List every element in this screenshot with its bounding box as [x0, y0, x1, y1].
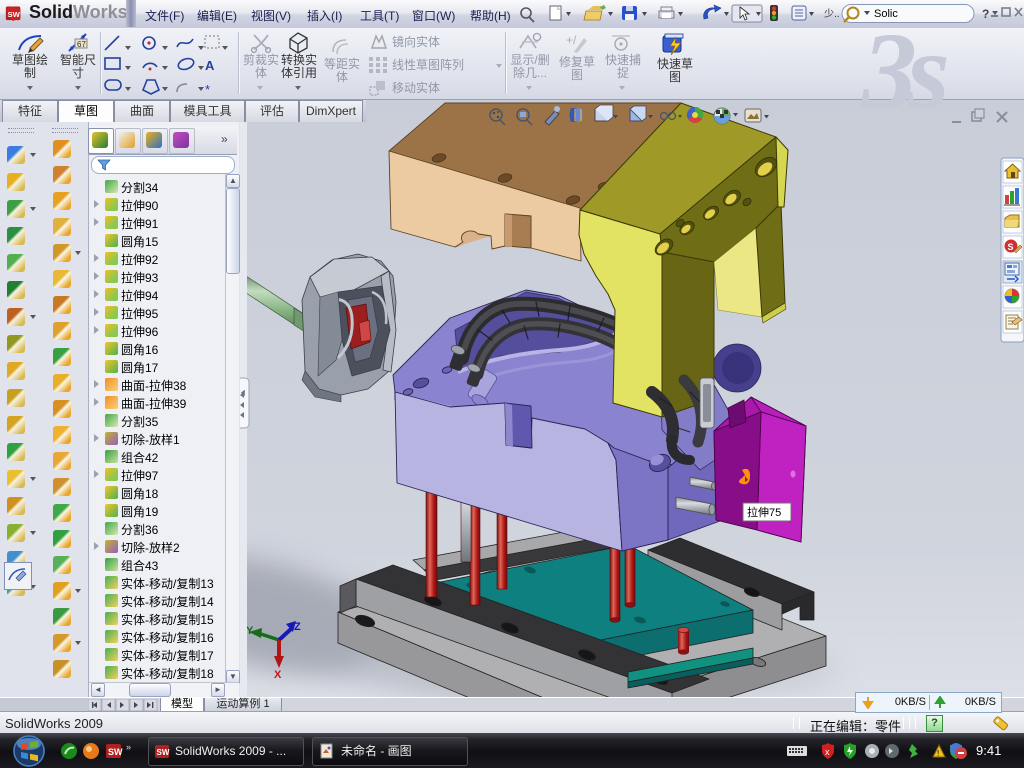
- svg-text:+/: +/: [566, 33, 577, 47]
- svg-text:拉伸75: 拉伸75: [747, 505, 781, 519]
- svg-text:?: ?: [982, 7, 989, 21]
- svg-text:S: S: [1008, 242, 1014, 252]
- svg-text:SW: SW: [157, 748, 170, 757]
- svg-text:SW: SW: [8, 10, 21, 19]
- svg-text:*: *: [205, 82, 210, 96]
- svg-text:少..: 少..: [824, 8, 840, 20]
- svg-text:67: 67: [77, 40, 86, 49]
- svg-text:X: X: [274, 669, 282, 681]
- svg-text:Z: Z: [294, 621, 301, 633]
- svg-text:A: A: [205, 58, 215, 73]
- svg-text:»: »: [126, 742, 131, 752]
- svg-text:x: x: [825, 747, 830, 757]
- svg-text:SW: SW: [108, 747, 123, 757]
- svg-text:Y: Y: [246, 625, 254, 637]
- svg-text:!: !: [937, 749, 939, 758]
